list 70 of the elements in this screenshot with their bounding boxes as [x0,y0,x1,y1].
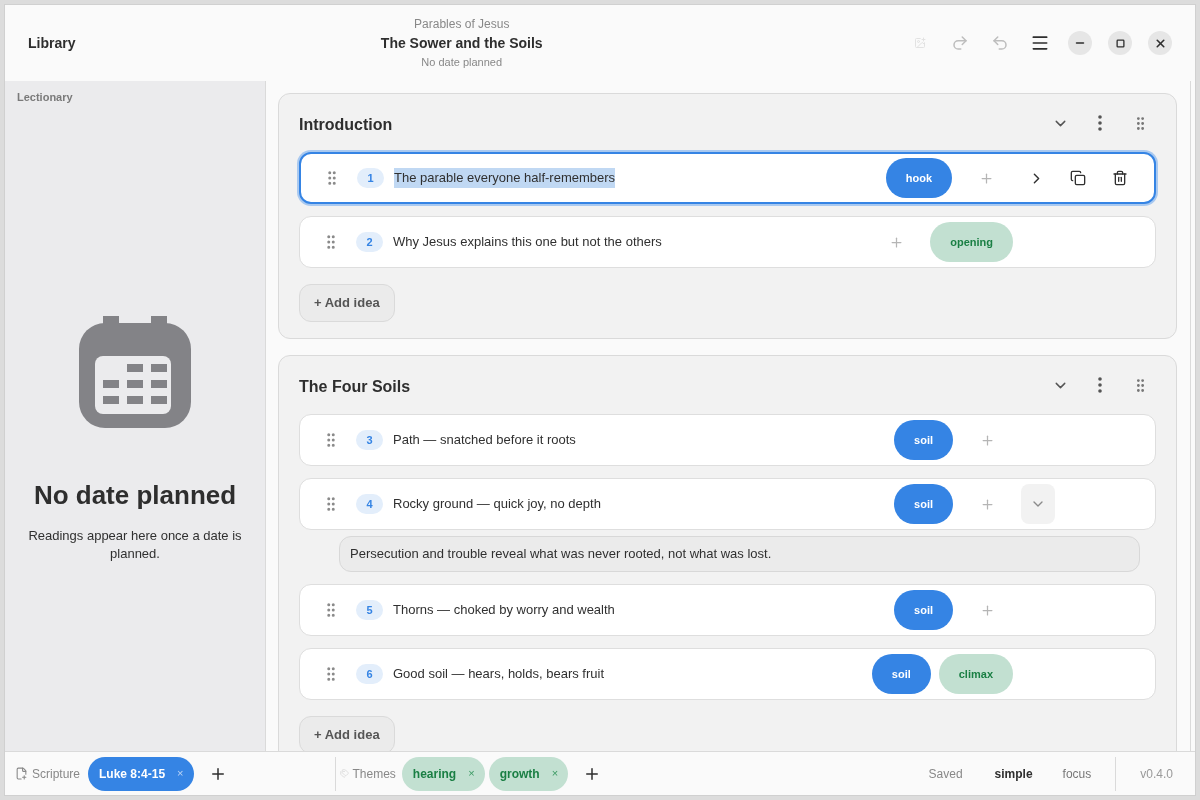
scripture-icon [15,767,28,780]
save-status: Saved [928,765,963,783]
date-status: No date planned [421,55,503,71]
idea-text[interactable]: Why Jesus explains this one but not the others [393,232,662,252]
idea-number: 6 [356,664,383,684]
idea-row[interactable]: 1 The parable everyone half-remembers hook [299,152,1156,204]
idea-note[interactable]: Persecution and trouble reveal what was never rooted, not what was lost. [339,536,1140,572]
sidebar-heading: Lectionary [17,90,74,105]
maximize-icon [1115,38,1125,48]
more-icon [1098,115,1102,131]
themes-icon [339,769,349,778]
idea-number: 3 [356,430,383,450]
idea-text[interactable]: Good soil — hears, holds, bears fruit [393,664,604,684]
image-icon [914,37,926,49]
version-label: v0.4.0 [1140,765,1173,783]
plus-icon [979,432,995,448]
idea-number: 1 [357,168,384,188]
chip-label: Luke 8:4-15 [99,765,166,783]
maximize-button[interactable] [1108,31,1132,55]
plus-icon [979,602,995,618]
trash-icon [1112,170,1128,186]
close-icon [1153,36,1167,50]
library-title: Library [28,33,76,53]
section-title: Introduction [299,115,393,135]
idea-text[interactable]: Thorns — choked by worry and wealth [393,600,615,620]
chip[interactable]: Luke 8:4-15 × [88,756,194,791]
plus-icon [888,234,904,250]
idea-row[interactable]: 6 Good soil — hears, holds, bears fruit soil climax [299,648,1156,700]
idea-number: 4 [356,494,383,514]
more-icon [1098,377,1102,393]
mode-toggle[interactable]: focus [1054,757,1100,790]
mode-toggle[interactable]: simple [986,757,1041,790]
idea-number: 2 [356,232,383,252]
empty-title: No date planned [33,478,237,512]
idea-row[interactable]: 2 Why Jesus explains this one but not the others opening [299,216,1156,268]
empty-text: Readings appear here once a date is planned. [27,526,243,563]
undo-icon [991,34,1009,52]
tag[interactable]: soil [894,484,953,524]
tag[interactable]: opening [930,222,1013,262]
idea-text[interactable]: Rocky ground — quick joy, no depth [393,494,601,514]
tag[interactable]: soil [894,590,953,630]
section-title: The Four Soils [299,377,411,397]
close-button[interactable] [1148,31,1172,55]
idea-number: 5 [356,600,383,620]
idea-row[interactable]: 4 Rocky ground — quick joy, no depth soil [299,478,1156,530]
chip[interactable]: growth × [488,756,569,791]
chip-label: hearing [412,765,457,783]
idea-row[interactable]: 3 Path — snatched before it roots soil [299,414,1156,466]
tag[interactable]: climax [938,654,1013,694]
tag[interactable]: soil [871,654,931,694]
chip[interactable]: hearing × [401,756,485,791]
menu-icon [1030,33,1050,53]
idea-text[interactable]: The parable everyone half-remembers [394,168,616,188]
window-title: The Sower and the Soils [380,34,543,54]
calendar-icon [79,315,191,428]
window-subtitle: Parables of Jesus [414,16,510,34]
plus-icon [979,496,995,512]
themes-label: Themes [352,765,396,783]
chip-label: growth [499,765,540,783]
add-idea-button[interactable]: + Add idea [299,284,395,322]
idea-text[interactable]: Path — snatched before it roots [393,430,576,450]
minimize-button[interactable] [1068,31,1092,55]
copy-icon [1070,170,1086,186]
idea-row[interactable]: 5 Thorns — choked by worry and wealth soil [299,584,1156,636]
plus-icon [978,170,994,186]
redo-icon [951,34,969,52]
tag[interactable]: soil [894,420,953,460]
add-idea-button[interactable]: + Add idea [299,716,395,751]
scripture-label: Scripture [32,765,81,783]
tag[interactable]: hook [885,158,952,198]
